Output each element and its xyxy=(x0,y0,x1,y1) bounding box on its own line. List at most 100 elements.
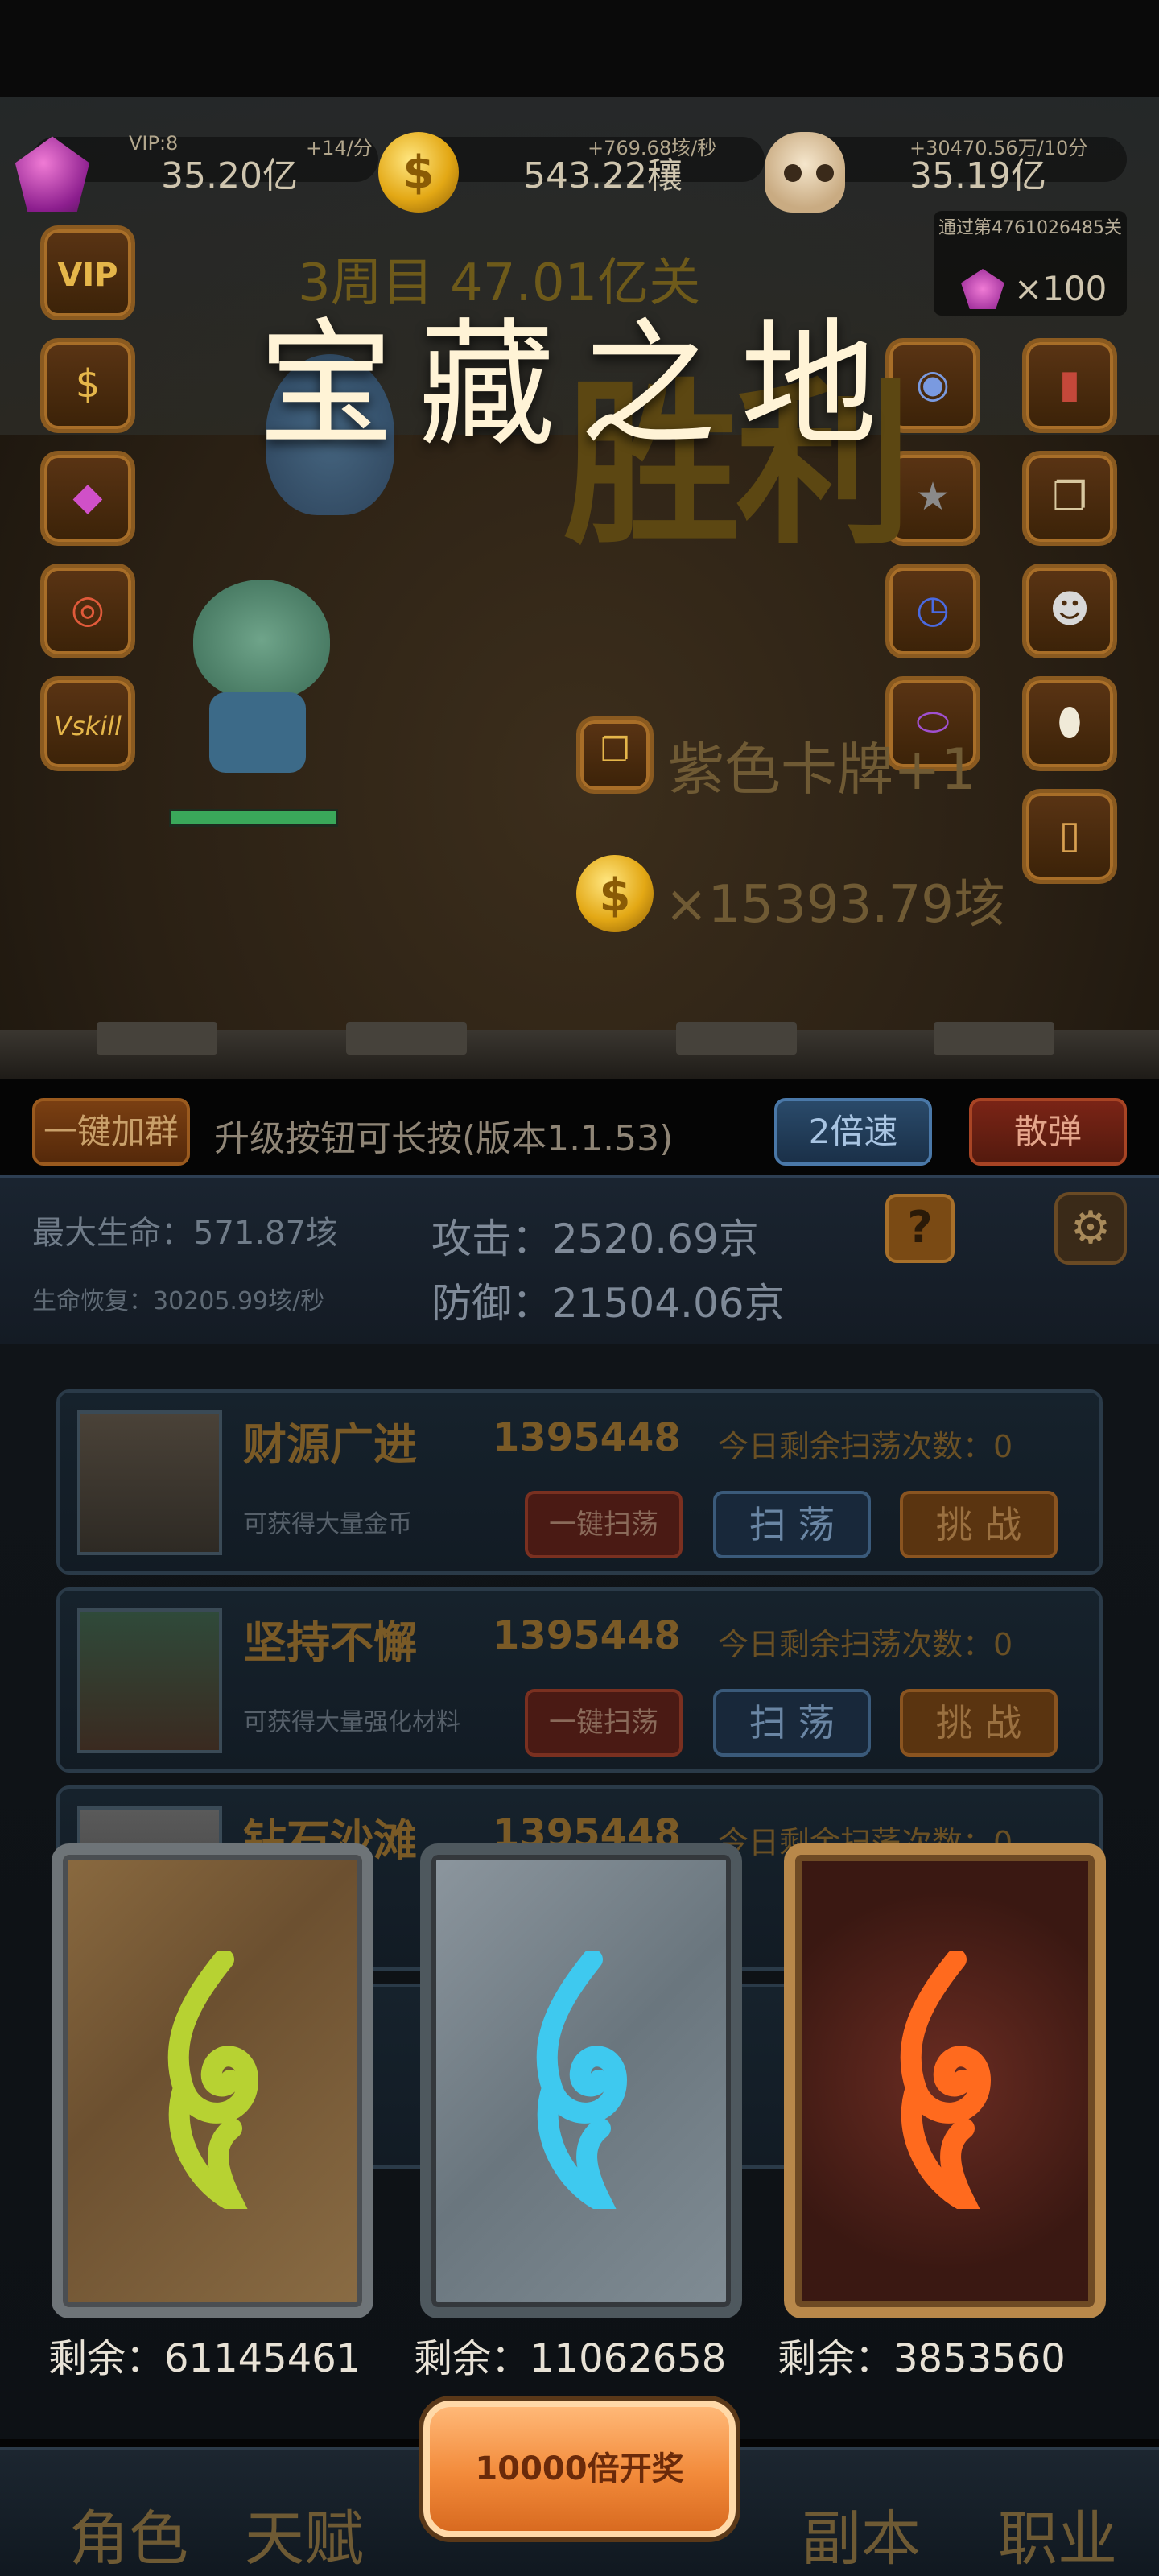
gem-icon: ◆ xyxy=(72,474,103,519)
quick-sweep-button[interactable]: 一键扫荡 xyxy=(525,1689,683,1757)
max-hp: 最大生命：571.87垓 xyxy=(32,1215,338,1252)
nav-role[interactable]: 角色 xyxy=(69,2491,188,2576)
dungeon-name: 财源广进 xyxy=(243,1419,417,1470)
vip-button[interactable]: VIP xyxy=(40,225,135,320)
dungeon-sweeps: 今日剩余扫荡次数：0 xyxy=(718,1429,1013,1464)
sweep-label: 扫 荡 xyxy=(749,1701,835,1744)
red-swirl-icon xyxy=(900,1951,992,2209)
skull-amount: 35.19亿 xyxy=(909,155,1046,196)
dungeon-sweeps: 今日剩余扫荡次数：0 xyxy=(718,1627,1013,1662)
hero-character xyxy=(177,564,338,797)
stats-panel: 最大生命：571.87垓 生命恢复：30205.99垓/秒 攻击：2520.69… xyxy=(0,1175,1159,1344)
lifebuoy-button[interactable]: ◎ xyxy=(40,564,135,658)
hero-hp-bar xyxy=(169,809,338,827)
dungeon-power: 1395448 xyxy=(493,1613,681,1658)
reward-label: 通过第4761026485关 xyxy=(938,218,1122,238)
settings-button[interactable] xyxy=(1054,1192,1127,1265)
skull-icon xyxy=(765,132,845,213)
cards-icon: ❐ xyxy=(1052,474,1087,519)
open-lottery-label: 10000倍开奖 xyxy=(475,2450,684,2487)
blue-swirl-icon xyxy=(536,1951,628,2209)
gem-amount: 35.20亿 xyxy=(161,155,298,196)
dungeon-desc: 可获得大量强化材料 xyxy=(243,1708,460,1736)
coin-drop-icon xyxy=(576,855,654,932)
drop-card-text: 紫色卡牌+1 xyxy=(668,737,977,803)
hero-head xyxy=(193,580,330,700)
dungeon-power: 1395448 xyxy=(493,1415,681,1460)
coin-resource: +769.68垓/秒 543.22穰 xyxy=(378,132,765,213)
join-group-label: 一键加群 xyxy=(43,1112,179,1151)
sweep-button[interactable]: 扫 荡 xyxy=(713,1689,871,1757)
card-book-button[interactable]: ▮ xyxy=(1022,338,1117,433)
dungeon-row: 财源广进 1395448 今日剩余扫荡次数：0 可获得大量金币 一键扫荡 扫 荡… xyxy=(56,1389,1103,1575)
lifebuoy-icon: ◎ xyxy=(71,587,105,632)
challenge-label: 挑 战 xyxy=(935,1503,1022,1546)
sweep-button[interactable]: 扫 荡 xyxy=(713,1491,871,1558)
coin-amount: 543.22穰 xyxy=(523,155,683,196)
blue-card[interactable] xyxy=(420,1843,742,2318)
coin-shop-button[interactable]: $ xyxy=(40,338,135,433)
green-card-remaining: 剩余：61145461 xyxy=(48,2336,361,2381)
quick-sweep-label: 一键扫荡 xyxy=(549,1707,658,1739)
join-group-button[interactable]: 一键加群 xyxy=(32,1098,190,1166)
wall-crenel xyxy=(346,1022,467,1055)
page-title: 宝藏之地 xyxy=(258,306,902,465)
stage-reward: 通过第4761026485关 ×100 xyxy=(934,211,1127,316)
scatter-button[interactable]: 散弹 xyxy=(969,1098,1127,1166)
vskill-button[interactable]: Vskill xyxy=(40,676,135,771)
red-card[interactable] xyxy=(784,1843,1106,2318)
vip-icon: VIP xyxy=(57,257,118,294)
nav-class[interactable]: 职业 xyxy=(998,2491,1117,2576)
scroll-button[interactable]: ▯ xyxy=(1022,789,1117,884)
card-back-icon: ▮ xyxy=(1058,361,1081,407)
attack-stat: 攻击：2520.69京 xyxy=(431,1216,759,1262)
skull-resource: +30470.56万/10分 35.19亿 xyxy=(765,132,1127,213)
gem-shop-button[interactable]: ◆ xyxy=(40,451,135,546)
wall-crenel xyxy=(676,1022,797,1055)
challenge-label: 挑 战 xyxy=(935,1701,1022,1744)
quick-sweep-label: 一键扫荡 xyxy=(549,1509,658,1541)
coin-icon: $ xyxy=(75,361,101,407)
egg-button[interactable]: ⬮ xyxy=(1022,676,1117,771)
speed-button[interactable]: 2倍速 xyxy=(774,1098,932,1166)
card-icon: ❐ xyxy=(600,732,629,769)
hp-regen: 生命恢复：30205.99垓/秒 xyxy=(32,1287,325,1315)
gem-resource: VIP:8 +14/分 35.20亿 xyxy=(14,132,378,212)
dungeon-thumbnail xyxy=(77,1608,222,1753)
challenge-button[interactable]: 挑 战 xyxy=(900,1689,1058,1757)
gem-rate: +14/分 xyxy=(306,137,373,159)
gem-icon xyxy=(961,269,1004,309)
vskill-icon: Vskill xyxy=(54,711,122,741)
drop-coin-text: ×15393.79垓 xyxy=(665,875,1005,935)
control-row: 一键加群 升级按钮可长按(版本1.1.53) 2倍速 散弹 xyxy=(0,1087,1159,1175)
robot-icon: ☻ xyxy=(1049,587,1091,632)
egg-icon: ⬮ xyxy=(1057,700,1083,745)
help-button[interactable]: ? xyxy=(885,1194,955,1263)
green-swirl-icon xyxy=(167,1951,259,2209)
robot-button[interactable]: ☻ xyxy=(1022,564,1117,658)
red-card-remaining: 剩余：3853560 xyxy=(777,2336,1066,2381)
wall-crenel xyxy=(97,1022,217,1055)
sweep-label: 扫 荡 xyxy=(749,1503,835,1546)
blue-card-remaining: 剩余：11062658 xyxy=(414,2336,727,2381)
open-lottery-button[interactable]: 10000倍开奖 xyxy=(423,2401,736,2537)
dungeon-name: 坚持不懈 xyxy=(243,1617,417,1668)
quick-sweep-button[interactable]: 一键扫荡 xyxy=(525,1491,683,1558)
coin-icon xyxy=(378,132,459,213)
nav-talent[interactable]: 天赋 xyxy=(245,2491,364,2576)
reward-count: ×100 xyxy=(1014,269,1107,308)
wall-crenel xyxy=(934,1022,1054,1055)
hero-body xyxy=(209,692,306,773)
speed-label: 2倍速 xyxy=(808,1112,898,1151)
dungeon-thumbnail xyxy=(77,1410,222,1555)
version-hint: 升级按钮可长按(版本1.1.53) xyxy=(214,1118,674,1159)
purple-card-drop-icon: ❐ xyxy=(576,716,654,794)
green-card[interactable] xyxy=(52,1843,373,2318)
cards-button[interactable]: ❐ xyxy=(1022,451,1117,546)
resource-bar: VIP:8 +14/分 35.20亿 +769.68垓/秒 543.22穰 +3… xyxy=(14,121,1143,213)
stopwatch-icon: ◷ xyxy=(916,587,950,632)
dungeon-row: 坚持不懈 1395448 今日剩余扫荡次数：0 可获得大量强化材料 一键扫荡 扫… xyxy=(56,1587,1103,1773)
challenge-button[interactable]: 挑 战 xyxy=(900,1491,1058,1558)
nav-dungeon[interactable]: 副本 xyxy=(802,2491,921,2576)
status-bar xyxy=(0,0,1159,97)
